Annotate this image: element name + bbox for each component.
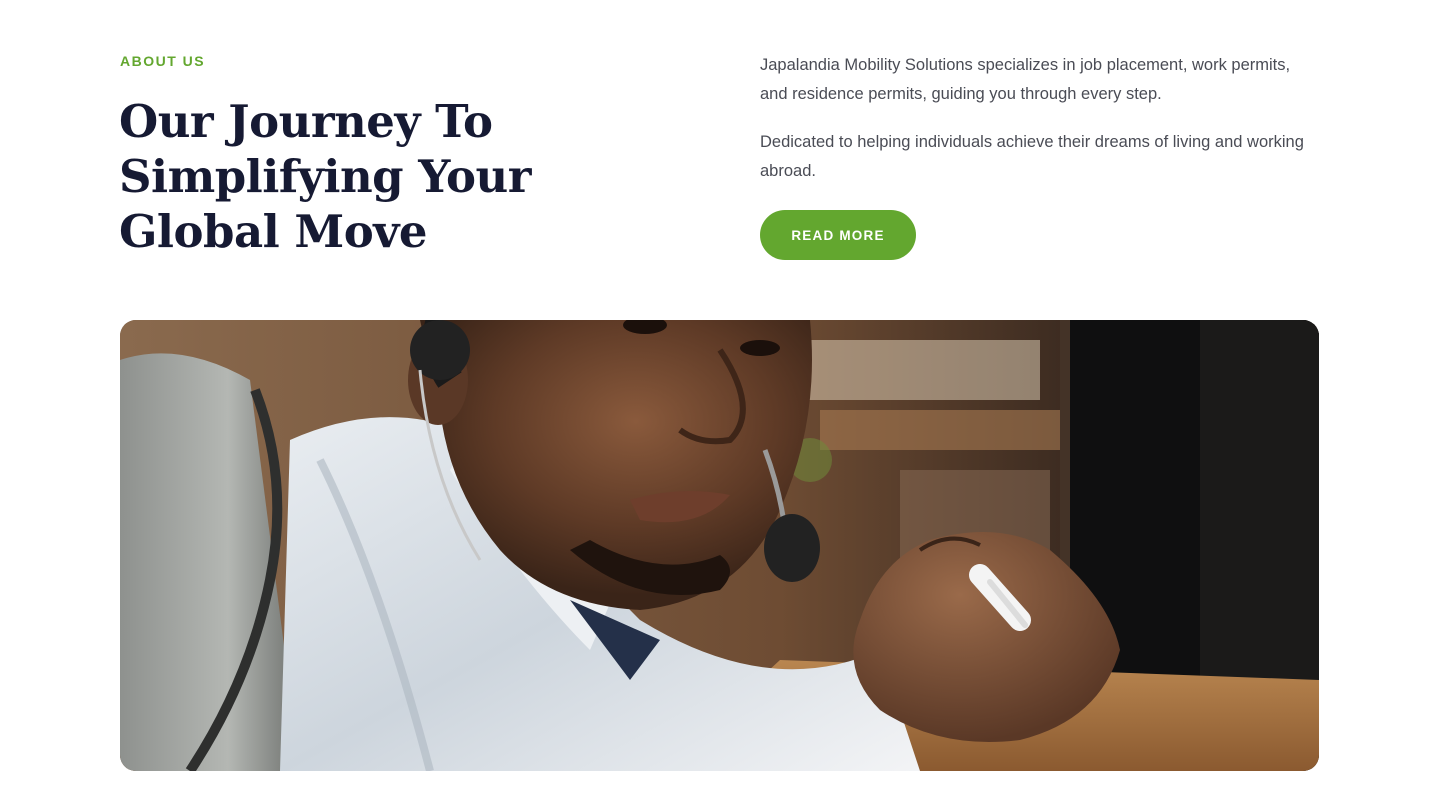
hero-photo-illustration — [120, 320, 1319, 771]
read-more-button[interactable]: READ MORE — [760, 210, 916, 260]
section-description: Japalandia Mobility Solutions specialize… — [760, 51, 1320, 205]
hero-photo — [120, 320, 1319, 771]
description-paragraph-2: Dedicated to helping individuals achieve… — [760, 133, 1304, 180]
section-heading: Our Journey To Simplifying Your Global M… — [119, 95, 531, 258]
description-paragraph-1: Japalandia Mobility Solutions specialize… — [760, 56, 1291, 103]
section-eyebrow: ABOUT US — [120, 53, 206, 69]
